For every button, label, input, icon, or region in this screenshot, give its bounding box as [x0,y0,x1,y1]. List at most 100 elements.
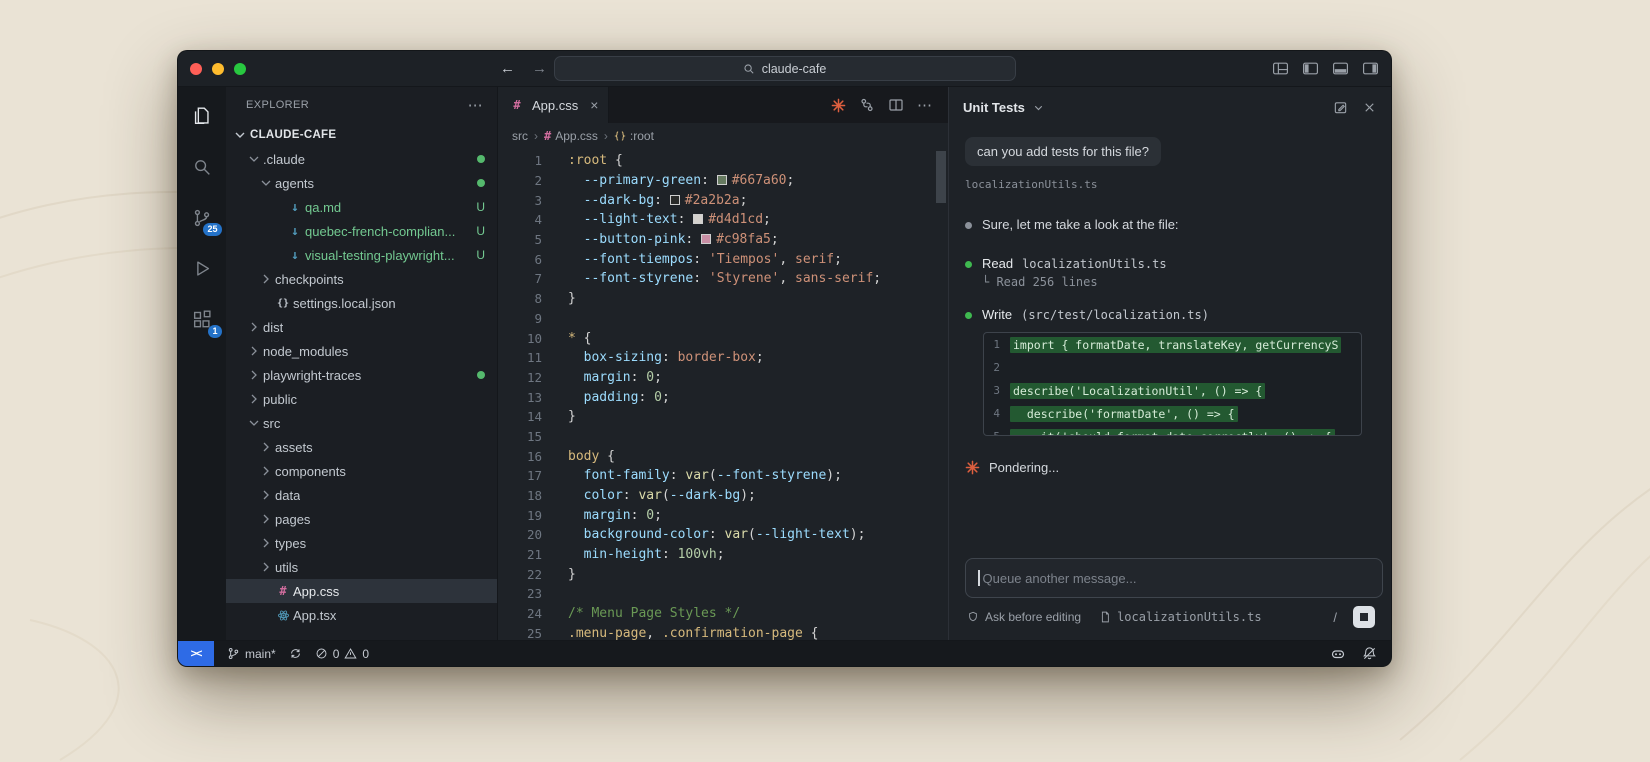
customize-layout-icon[interactable] [1272,60,1289,77]
source-control-badge: 25 [203,223,222,236]
back-button[interactable]: ← [500,60,515,77]
tree-item-app-css[interactable]: #App.css [226,579,497,603]
chat-input-box[interactable] [965,558,1383,598]
line-number: 8 [498,291,542,306]
tree-item-label: playwright-traces [263,368,361,383]
tree-item-app-tsx[interactable]: App.tsx [226,603,497,627]
tree-item-utils[interactable]: utils [226,555,497,579]
claude-starburst-icon [965,460,980,475]
breadcrumb-file[interactable]: #App.css [544,129,598,143]
close-panel-icon[interactable] [1362,100,1377,115]
editor-more-actions-icon[interactable]: ⋯ [917,98,932,113]
git-untracked-badge: U [476,248,485,262]
tree-item-types[interactable]: types [226,531,497,555]
tree-item-label: qa.md [305,200,341,215]
source-control-activity-button[interactable]: 25 [178,192,226,243]
code-line-15: 15 [498,427,948,447]
tree-item-data[interactable]: data [226,483,497,507]
forward-button[interactable]: → [532,60,547,77]
css-file-icon: # [274,584,292,598]
extensions-activity-button[interactable]: 1 [178,294,226,345]
json-file-icon: {} [274,298,292,309]
diff-line-4: 4 describe('formatDate', () => { [984,402,1361,425]
line-number: 14 [498,409,542,424]
problems-status[interactable]: 0 0 [315,647,369,661]
sync-changes-button[interactable] [289,647,302,660]
tree-item-checkpoints[interactable]: checkpoints [226,267,497,291]
code-editor[interactable]: 1:root {2 --primary-green: #667a60;3 --d… [498,149,948,640]
tree-item-assets[interactable]: assets [226,435,497,459]
git-branch-status[interactable]: main* [227,647,276,661]
extensions-badge: 1 [208,325,222,338]
modified-dot-badge [477,155,485,163]
tree-item-public[interactable]: public [226,387,497,411]
remote-indicator[interactable]: >< [178,641,214,666]
read-tool-call[interactable]: ReadlocalizationUtils.ts └ Read 256 line… [965,256,1375,289]
compare-changes-icon[interactable] [859,97,875,113]
split-editor-icon[interactable] [888,97,904,113]
git-branch-icon [227,647,240,660]
code-line-14: 14} [498,407,948,427]
search-activity-button[interactable] [178,141,226,192]
line-number: 22 [498,567,542,582]
code-line-17: 17 font-family: var(--font-styrene); [498,466,948,486]
stop-icon [1360,613,1368,621]
command-center-search[interactable]: claude-cafe [554,56,1016,81]
chat-input[interactable] [983,571,1371,586]
diff-code-block[interactable]: 1import { formatDate, translateKey, getC… [983,332,1362,436]
editor-scrollbar[interactable] [936,151,946,203]
diff-line-number: 4 [984,407,1010,420]
copilot-icon[interactable] [1330,646,1346,662]
history-navigation: ← → [500,60,547,77]
tree-item-agents[interactable]: agents [226,171,497,195]
slash-command-hint[interactable]: / [1333,610,1337,625]
line-number: 16 [498,449,542,464]
maximize-window-button[interactable] [234,63,246,75]
breadcrumb-symbol[interactable]: :root [614,129,654,143]
explorer-activity-button[interactable] [178,90,226,141]
toggle-panel-icon[interactable] [1332,60,1349,77]
claude-starburst-icon[interactable] [831,98,846,113]
tab-app-css[interactable]: # App.css × [498,87,609,123]
minimize-window-button[interactable] [212,63,224,75]
workspace-root-folder[interactable]: CLAUDE-CAFE [226,123,497,147]
permission-mode-selector[interactable]: Ask before editing [967,610,1081,624]
run-debug-activity-button[interactable] [178,243,226,294]
toggle-primary-sidebar-icon[interactable] [1302,60,1319,77]
new-chat-icon[interactable] [1333,100,1348,115]
attached-file-chip[interactable]: localizationUtils.ts [1099,610,1262,624]
tree-item-src[interactable]: src [226,411,497,435]
tree-item-dist[interactable]: dist [226,315,497,339]
close-window-button[interactable] [190,63,202,75]
tree-item-node-modules[interactable]: node_modules [226,339,497,363]
bullet-icon [965,222,972,229]
line-number: 24 [498,606,542,621]
workbench: 25 1 EXPLORER ⋯ CLAUDE-CAFE .claudeagent… [178,87,1391,640]
tree-item-claude[interactable]: .claude [226,147,497,171]
tree-item-components[interactable]: components [226,459,497,483]
toggle-secondary-sidebar-icon[interactable] [1362,60,1379,77]
tool-name: Read [982,256,1013,271]
chevron-down-icon[interactable] [1032,101,1045,114]
notifications-muted-icon[interactable] [1362,646,1377,661]
editor-group: # App.css × ⋯ src › #App.css › :ro [498,87,948,640]
chat-panel-actions [1333,100,1377,115]
close-tab-icon[interactable]: × [590,97,598,113]
explorer-more-actions-icon[interactable]: ⋯ [468,96,483,114]
tree-item-pages[interactable]: pages [226,507,497,531]
breadcrumb-folder[interactable]: src [512,129,528,143]
tree-item-qa-md[interactable]: ↓qa.mdU [226,195,497,219]
tree-item-quebec-french-complian[interactable]: ↓quebec-french-complian...U [226,219,497,243]
code-line-10: 10* { [498,328,948,348]
status-bar-right [1330,646,1377,662]
chat-footer-right: / [1333,606,1375,628]
permission-mode-label: Ask before editing [985,610,1081,624]
tree-item-settings-local-json[interactable]: {}settings.local.json [226,291,497,315]
stop-generation-button[interactable] [1353,606,1375,628]
tree-item-visual-testing-playwright[interactable]: ↓visual-testing-playwright...U [226,243,497,267]
tool-name: Write [982,307,1012,322]
attached-file-icon [1099,611,1111,623]
tree-item-playwright-traces[interactable]: playwright-traces [226,363,497,387]
markdown-file-icon: ↓ [286,224,304,239]
write-tool-call[interactable]: Write(src/test/localization.ts) [965,307,1375,322]
